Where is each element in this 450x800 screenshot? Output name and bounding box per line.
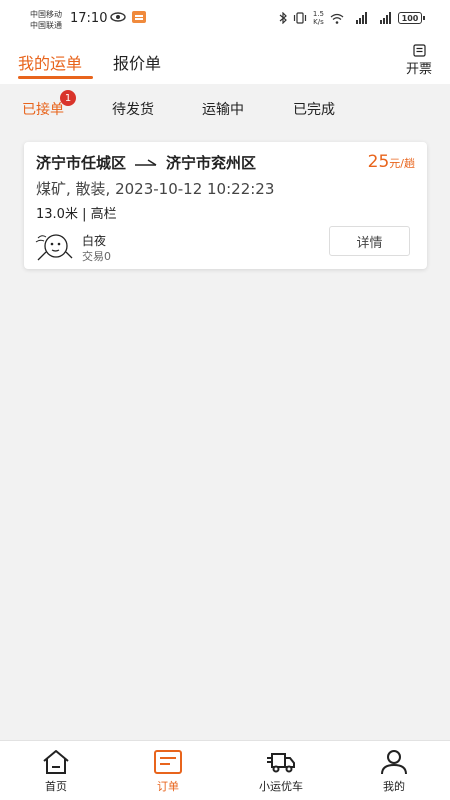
nav-orders-label: 订单 xyxy=(157,780,179,793)
accepted-count-badge: 1 xyxy=(60,90,76,106)
invoice-button[interactable]: 开票 xyxy=(402,44,436,77)
tab-accepted[interactable]: 已接单 xyxy=(22,99,64,119)
tab-quotations[interactable]: 报价单 xyxy=(113,50,161,74)
details-button[interactable]: 详情 xyxy=(329,226,410,256)
tab-in-transit[interactable]: 运输中 xyxy=(202,99,244,119)
order-price: 25元/趟 xyxy=(368,152,415,172)
network-speed-value: 1.5 xyxy=(312,10,324,18)
tab-my-waybills[interactable]: 我的运单 xyxy=(18,50,82,74)
signal-5g-icon xyxy=(380,12,391,24)
network-speed: 1.5 K/s xyxy=(313,10,324,26)
nav-xiaoyun-cars[interactable]: 小运优车 xyxy=(246,749,316,794)
nav-home-label: 首页 xyxy=(45,780,67,793)
origin-location: 济宁市任城区 xyxy=(36,154,127,172)
header: 我的运单 报价单 开票 xyxy=(0,38,450,84)
nav-xiaoyun-cars-label: 小运优车 xyxy=(259,780,303,793)
bottom-navigation: 首页 订单 小运优车 我的 xyxy=(0,740,450,800)
truck-icon xyxy=(267,753,295,773)
user-icon xyxy=(381,750,407,775)
cargo-info: 煤矿, 散装, 2023-10-12 10:22:23 xyxy=(36,180,275,198)
active-tab-indicator xyxy=(18,76,93,79)
route-arrow-icon xyxy=(135,158,157,166)
status-time: 17:10 xyxy=(70,11,108,26)
eye-icon xyxy=(110,12,126,22)
vehicle-spec: 13.0米 | 高栏 xyxy=(36,207,117,222)
battery-indicator: 100 xyxy=(398,12,425,24)
nav-home[interactable]: 首页 xyxy=(21,749,91,794)
tab-awaiting-shipment[interactable]: 待发货 xyxy=(112,99,154,119)
invoice-icon xyxy=(412,44,426,57)
price-unit: 元/趟 xyxy=(389,157,415,170)
carrier-2: 中国联通 xyxy=(30,21,62,30)
status-icons-right: 1.5 K/s 100 xyxy=(279,10,425,26)
home-icon xyxy=(43,750,69,774)
bluetooth-icon xyxy=(279,12,287,24)
nav-mine[interactable]: 我的 xyxy=(359,749,429,794)
tab-completed[interactable]: 已完成 xyxy=(293,99,335,119)
order-card[interactable]: 济宁市任城区 济宁市兖州区 25元/趟 煤矿, 散装, 2023-10-12 1… xyxy=(24,142,427,269)
shipper-trade-count: 交易0 xyxy=(82,250,111,263)
status-icons-left xyxy=(110,11,146,23)
order-route: 济宁市任城区 济宁市兖州区 xyxy=(36,152,256,173)
destination-location: 济宁市兖州区 xyxy=(166,154,257,172)
order-status-tabs: 已接单 1 待发货 运输中 已完成 xyxy=(0,84,450,132)
order-icon xyxy=(154,750,182,774)
network-speed-unit: K/s xyxy=(313,18,324,26)
tab-accepted-label: 已接单 xyxy=(22,102,64,118)
invoice-label: 开票 xyxy=(405,62,432,77)
app-notification-icon xyxy=(132,11,146,23)
vibrate-icon xyxy=(293,12,306,24)
nav-orders[interactable]: 订单 xyxy=(133,749,203,794)
nav-mine-label: 我的 xyxy=(383,780,405,793)
wifi-icon xyxy=(330,13,344,24)
shipper-name: 白夜 xyxy=(82,234,107,248)
price-amount: 25 xyxy=(367,152,390,172)
status-bar: 中国移动 中国联通 17:10 1.5 K/s 100 xyxy=(0,0,450,38)
shipper-avatar xyxy=(35,234,73,261)
carrier-info: 中国移动 中国联通 xyxy=(30,9,62,31)
signal-4g-icon xyxy=(356,12,367,24)
carrier-1: 中国移动 xyxy=(30,10,62,19)
